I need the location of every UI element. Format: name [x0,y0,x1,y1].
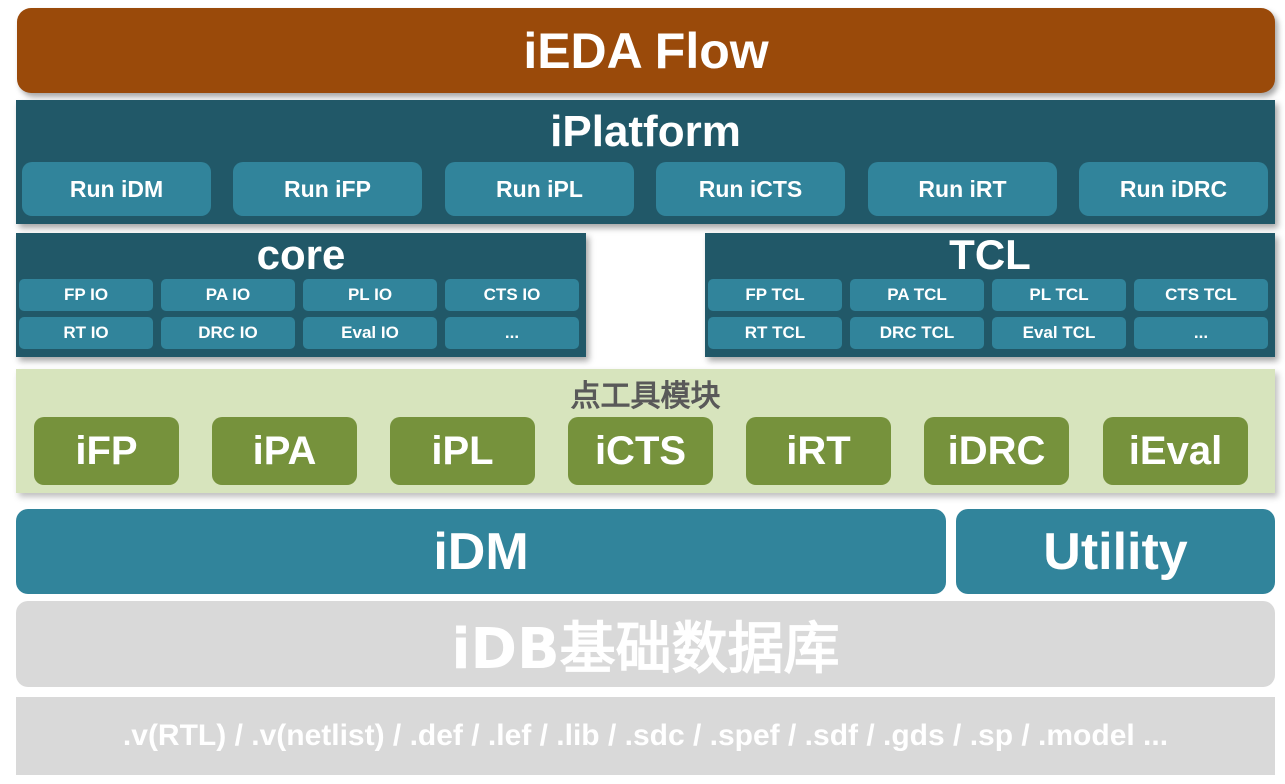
core-cell-cts-io: CTS IO [445,279,579,311]
point-tools-title: 点工具模块 [570,379,721,414]
run-ipl-box: Run iPL [445,162,634,216]
core-title: core [256,231,346,278]
run-irt-box: Run iRT [868,162,1057,216]
run-ifp-box: Run iFP [233,162,422,216]
tool-ieval: iEval [1103,417,1248,485]
tool-ipl: iPL [390,417,535,485]
idm-block: iDM [16,509,946,594]
tcl-cell-pl-tcl: PL TCL [992,279,1126,311]
point-tools-panel: 点工具模块 iFP iPA iPL iCTS iRT iDRC iEval [16,369,1275,493]
core-cell-fp-io: FP IO [19,279,153,311]
tool-icts: iCTS [568,417,713,485]
tcl-cell-cts-tcl: CTS TCL [1134,279,1268,311]
iplatform-title: iPlatform [550,107,741,156]
file-formats-bar: .v(RTL) / .v(netlist) / .def / .lef / .l… [16,697,1275,775]
core-cell-more: ... [445,317,579,349]
run-icts-box: Run iCTS [656,162,845,216]
iplatform-panel: iPlatform Run iDM Run iFP Run iPL Run iC… [16,100,1275,224]
run-idrc-box: Run iDRC [1079,162,1268,216]
tool-irt: iRT [746,417,891,485]
ieda-flow-title: iEDA Flow [523,22,769,79]
tcl-title: TCL [949,231,1031,278]
tcl-cell-rt-tcl: RT TCL [708,317,842,349]
tool-ifp: iFP [34,417,179,485]
tcl-panel: TCL FP TCL PA TCL PL TCL CTS TCL RT TCL … [705,231,1275,357]
tcl-cell-fp-tcl: FP TCL [708,279,842,311]
core-panel: core FP IO PA IO PL IO CTS IO RT IO DRC … [16,231,586,357]
idb-database-block: iDB基础数据库 [16,601,1275,687]
tcl-cell-pa-tcl: PA TCL [850,279,984,311]
core-cell-drc-io: DRC IO [161,317,295,349]
run-idm-box: Run iDM [22,162,211,216]
core-cell-pa-io: PA IO [161,279,295,311]
tool-idrc: iDRC [924,417,1069,485]
tcl-cell-drc-tcl: DRC TCL [850,317,984,349]
tcl-cell-more: ... [1134,317,1268,349]
core-cell-pl-io: PL IO [303,279,437,311]
core-cell-rt-io: RT IO [19,317,153,349]
core-cell-eval-io: Eval IO [303,317,437,349]
utility-block: Utility [956,509,1275,594]
tcl-cell-eval-tcl: Eval TCL [992,317,1126,349]
ieda-flow-banner: iEDA Flow [17,8,1275,93]
tool-ipa: iPA [212,417,357,485]
